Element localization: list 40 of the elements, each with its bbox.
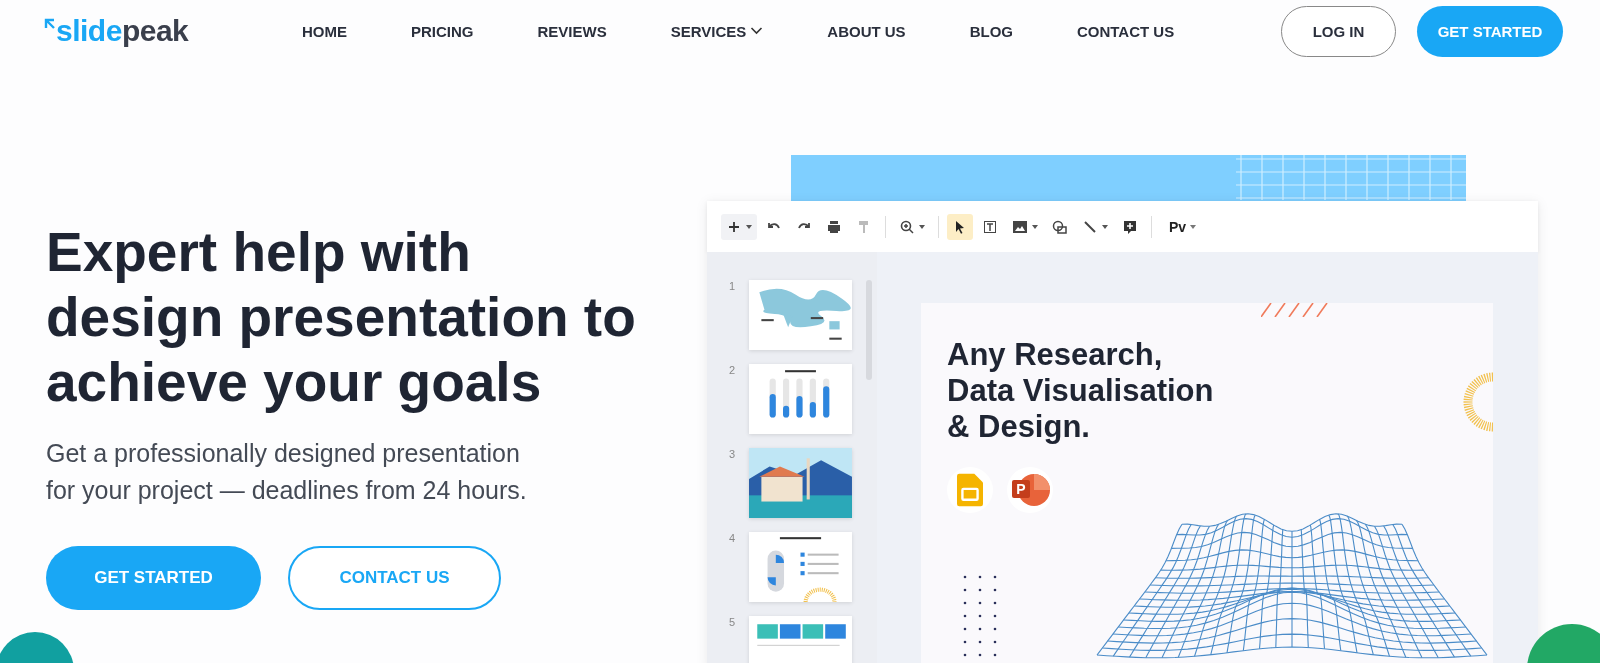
caret-icon: [1102, 224, 1108, 229]
nav-link[interactable]: ABOUT US: [827, 22, 906, 40]
add-comment-icon: [1122, 218, 1138, 235]
slide-number: 1: [729, 280, 737, 292]
slide-thumbnail[interactable]: [749, 364, 852, 434]
nav-link[interactable]: CONTACT US: [1077, 22, 1175, 40]
shapes-icon: [1052, 218, 1068, 235]
logo[interactable]: slidepeak: [44, 14, 302, 48]
slide-heading: Any Research, Data Visualisation & Design.: [947, 337, 1214, 445]
nav-link[interactable]: SERVICES: [670, 22, 764, 40]
text-box-icon: [982, 218, 998, 235]
image-icon: [1012, 218, 1028, 235]
printer-icon: [826, 218, 842, 235]
slide-number: 5: [729, 616, 737, 628]
slide-thumbnail[interactable]: [749, 448, 852, 518]
nav-link[interactable]: REVIEWS: [537, 22, 607, 40]
slide-thumbnail[interactable]: [749, 280, 852, 350]
nav-link[interactable]: BLOG: [969, 22, 1013, 40]
add-tool-button[interactable]: [721, 213, 757, 240]
pointer-tool-button[interactable]: [947, 213, 973, 240]
caret-icon: [746, 224, 752, 229]
caret-icon: [919, 224, 925, 229]
slide-number: 4: [729, 532, 737, 544]
caret-icon: [1190, 224, 1197, 229]
zoom-icon: [899, 218, 915, 235]
font-menu[interactable]: Pv: [1164, 213, 1202, 240]
slides-document-icon: [957, 473, 983, 507]
login-button[interactable]: LOG IN: [1281, 5, 1396, 57]
slide-thumbnail[interactable]: [749, 532, 852, 602]
app-letter: P: [1016, 481, 1026, 497]
hero-subtitle: Get a professionally designed presentation for your project — deadlines from 24 hours.: [46, 438, 528, 506]
hero-title: Expert help with design presentation to achieve your goals: [46, 220, 637, 415]
nav-link[interactable]: PRICING: [411, 22, 474, 40]
slide-number: 3: [729, 448, 737, 460]
presentation-app-icon: [1012, 474, 1050, 506]
nav-link[interactable]: HOME: [302, 22, 347, 40]
caret-icon: [1032, 224, 1038, 229]
line-icon: [1082, 218, 1098, 235]
slide-number: 2: [729, 364, 737, 376]
stripes-decoration: [1261, 303, 1331, 317]
